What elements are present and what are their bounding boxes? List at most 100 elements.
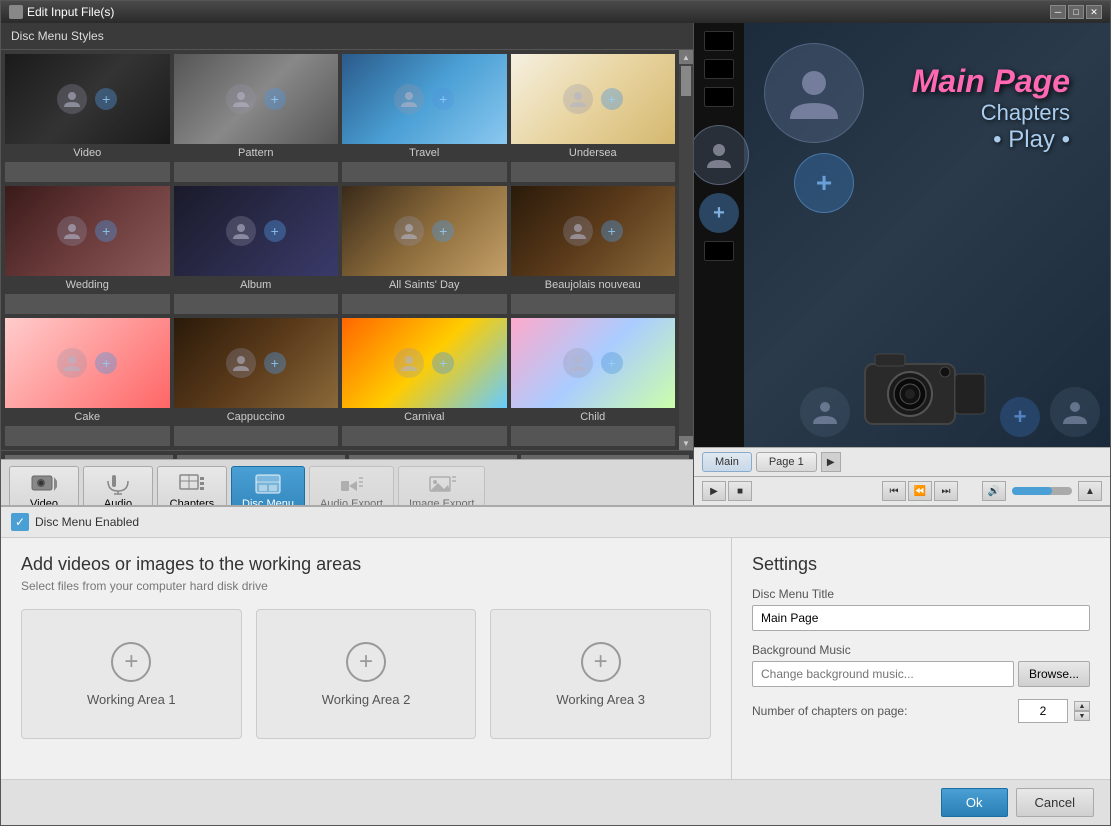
scrollbar: ▲ ▼ bbox=[679, 50, 693, 450]
avatar-preview-top bbox=[764, 43, 864, 143]
working-area-3[interactable]: + Working Area 3 bbox=[490, 609, 711, 739]
film-hole bbox=[704, 241, 734, 261]
style-thumb-child: + bbox=[511, 318, 676, 408]
spinner-down-button[interactable]: ▼ bbox=[1074, 711, 1090, 721]
chapters-text: Chapters bbox=[912, 100, 1070, 126]
skip-forward-button[interactable]: ⏭ bbox=[934, 481, 958, 501]
disc-menu-checkbox[interactable]: ✓ bbox=[11, 513, 29, 531]
nav-bar: Main Page 1 ▶ bbox=[694, 447, 1110, 476]
style-label-allsaints: All Saints' Day bbox=[342, 276, 507, 294]
style-label-pattern: Pattern bbox=[174, 144, 339, 162]
scroll-down-button[interactable]: ▼ bbox=[679, 436, 693, 450]
style-label-carnival: Carnival bbox=[342, 408, 507, 426]
background-music-input[interactable] bbox=[752, 661, 1014, 687]
style-label-undersea: Undersea bbox=[511, 144, 676, 162]
style-item-beaujolais[interactable]: + Beaujolais nouveau bbox=[511, 186, 676, 314]
style-thumb-allsaints: + bbox=[342, 186, 507, 276]
right-settings: Settings Disc Menu Title Background Musi… bbox=[731, 538, 1110, 779]
style-thumb-beaujolais: + bbox=[511, 186, 676, 276]
settings-title: Settings bbox=[752, 554, 1090, 575]
title-bar-left: Edit Input File(s) bbox=[9, 5, 114, 19]
left-panel: Disc Menu Styles + Video + bbox=[1, 23, 694, 505]
style-thumb-video: + bbox=[5, 54, 170, 144]
toolbar: VideoEffects AudioEffects bbox=[1, 459, 693, 505]
style-item-wedding[interactable]: + Wedding bbox=[5, 186, 170, 314]
working-area-1-label: Working Area 1 bbox=[87, 692, 176, 707]
audio-effects-icon bbox=[104, 473, 132, 495]
image-export-label: Image Export bbox=[409, 498, 474, 505]
working-title: Add videos or images to the working area… bbox=[21, 554, 711, 575]
style-item-child[interactable]: + Child bbox=[511, 318, 676, 446]
working-areas: + Working Area 1 + Working Area 2 + Work… bbox=[21, 609, 711, 739]
image-export-icon bbox=[428, 473, 456, 495]
add-area-3-icon: + bbox=[581, 642, 621, 682]
scroll-up-button[interactable]: ▲ bbox=[679, 50, 693, 64]
audio-export-icon bbox=[337, 473, 365, 495]
nav-next-button[interactable]: ▶ bbox=[821, 452, 841, 472]
scroll-thumb[interactable] bbox=[681, 66, 691, 96]
background-music-label: Background Music bbox=[752, 643, 1090, 657]
style-item-video[interactable]: + Video bbox=[5, 54, 170, 182]
skip-back-button[interactable]: ⏮ bbox=[882, 481, 906, 501]
style-item-undersea[interactable]: + Undersea bbox=[511, 54, 676, 182]
audio-effects-button[interactable]: AudioEffects bbox=[83, 466, 153, 505]
play-button[interactable]: ▶ bbox=[702, 481, 726, 501]
spinner-up-button[interactable]: ▲ bbox=[1074, 701, 1090, 711]
style-label-video: Video bbox=[5, 144, 170, 162]
style-label-album: Album bbox=[174, 276, 339, 294]
chapters-field: Number of chapters on page: ▲ ▼ bbox=[752, 699, 1090, 723]
disc-menu-label: Disc Menu bbox=[242, 498, 294, 505]
chapters-icon bbox=[178, 473, 206, 495]
style-thumb-album: + bbox=[174, 186, 339, 276]
browse-button[interactable]: Browse... bbox=[1018, 661, 1090, 687]
style-label-beaujolais: Beaujolais nouveau bbox=[511, 276, 676, 294]
bottom-section: ✓ Disc Menu Enabled Add videos or images… bbox=[1, 505, 1110, 825]
chapters-input[interactable] bbox=[1018, 699, 1068, 723]
avatar-group: + bbox=[800, 344, 1100, 437]
minimize-button[interactable]: ─ bbox=[1050, 5, 1066, 19]
cancel-button[interactable]: Cancel bbox=[1016, 788, 1094, 817]
volume-up-button[interactable]: ▲ bbox=[1078, 481, 1102, 501]
bottom-buttons: Ok Cancel bbox=[1, 779, 1110, 825]
style-label-child: Child bbox=[511, 408, 676, 426]
video-effects-label: VideoEffects bbox=[27, 498, 60, 505]
chapters-label: Number of chapters on page: bbox=[752, 704, 1012, 718]
style-item-carnival[interactable]: + Carnival bbox=[342, 318, 507, 446]
style-item-travel[interactable]: + Travel bbox=[342, 54, 507, 182]
style-thumb-pattern: + bbox=[174, 54, 339, 144]
image-export-button[interactable]: Image Export bbox=[398, 466, 485, 505]
tab-main[interactable]: Main bbox=[702, 452, 752, 472]
frame-back-button[interactable]: ⏪ bbox=[908, 481, 932, 501]
maximize-button[interactable]: □ bbox=[1068, 5, 1084, 19]
disc-menu-title-input[interactable] bbox=[752, 605, 1090, 631]
style-item-pattern[interactable]: + Pattern bbox=[174, 54, 339, 182]
right-panel: + + bbox=[694, 23, 1110, 505]
left-working: Add videos or images to the working area… bbox=[1, 538, 731, 779]
video-effects-button[interactable]: VideoEffects bbox=[9, 466, 79, 505]
ok-button[interactable]: Ok bbox=[941, 788, 1008, 817]
working-area-1[interactable]: + Working Area 1 bbox=[21, 609, 242, 739]
volume-button[interactable]: 🔊 bbox=[982, 481, 1006, 501]
styles-grid: + Video + Pattern + Travel bbox=[1, 50, 679, 450]
avatar-1 bbox=[694, 125, 749, 185]
film-strip: + bbox=[694, 23, 744, 447]
stop-button[interactable]: ■ bbox=[728, 481, 752, 501]
style-item-cake[interactable]: + Cake bbox=[5, 318, 170, 446]
disc-menu-enabled-bar: ✓ Disc Menu Enabled bbox=[1, 507, 1110, 538]
disc-menu-button[interactable]: Disc Menu bbox=[231, 466, 305, 505]
style-item-cappuccino[interactable]: + Cappuccino bbox=[174, 318, 339, 446]
main-page-text: Main Page bbox=[912, 63, 1070, 100]
volume-bar[interactable] bbox=[1012, 487, 1072, 495]
style-item-allsaints[interactable]: + All Saints' Day bbox=[342, 186, 507, 314]
preview-text-block: Main Page Chapters • Play • bbox=[912, 63, 1070, 154]
tab-page1[interactable]: Page 1 bbox=[756, 452, 817, 472]
close-button[interactable]: ✕ bbox=[1086, 5, 1102, 19]
style-item-album[interactable]: + Album bbox=[174, 186, 339, 314]
volume-fill bbox=[1012, 487, 1052, 495]
chapters-button[interactable]: Chapters bbox=[157, 466, 227, 505]
working-area-2[interactable]: + Working Area 2 bbox=[256, 609, 477, 739]
working-subtitle: Select files from your computer hard dis… bbox=[21, 579, 711, 593]
audio-export-button[interactable]: Audio Export bbox=[309, 466, 394, 505]
title-bar-controls: ─ □ ✕ bbox=[1050, 5, 1102, 19]
disc-menu-title-label: Disc Menu Title bbox=[752, 587, 1090, 601]
